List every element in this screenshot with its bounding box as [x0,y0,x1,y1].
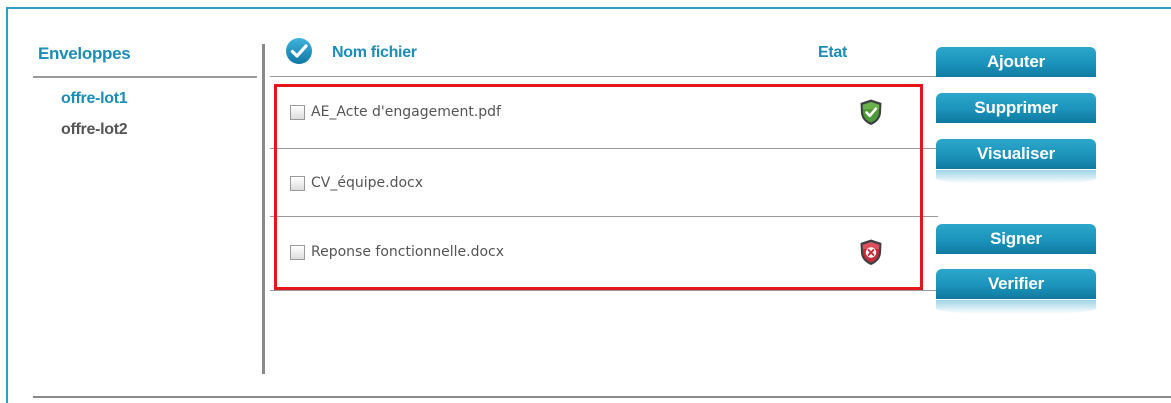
delete-button[interactable]: Supprimer [936,93,1096,123]
button-reflection [936,170,1096,184]
bottom-divider [33,396,1171,398]
envelope-item-offre-lot1[interactable]: offre-lot1 [61,90,128,108]
row-separator [270,290,938,291]
select-all-check-icon[interactable] [285,37,313,65]
column-header-state[interactable]: Etat [818,44,847,62]
button-reflection [936,300,1096,314]
list-header-divider [270,76,938,77]
envelope-item-offre-lot2[interactable]: offre-lot2 [61,121,128,139]
verify-button[interactable]: Verifier [936,269,1096,299]
column-divider [262,44,265,374]
envelopes-divider [33,76,257,78]
add-button[interactable]: Ajouter [936,47,1096,77]
column-header-name[interactable]: Nom fichier [332,44,417,62]
view-button[interactable]: Visualiser [936,139,1096,169]
sign-button[interactable]: Signer [936,224,1096,254]
envelopes-title: Enveloppes [38,44,131,63]
selection-highlight [274,84,923,290]
